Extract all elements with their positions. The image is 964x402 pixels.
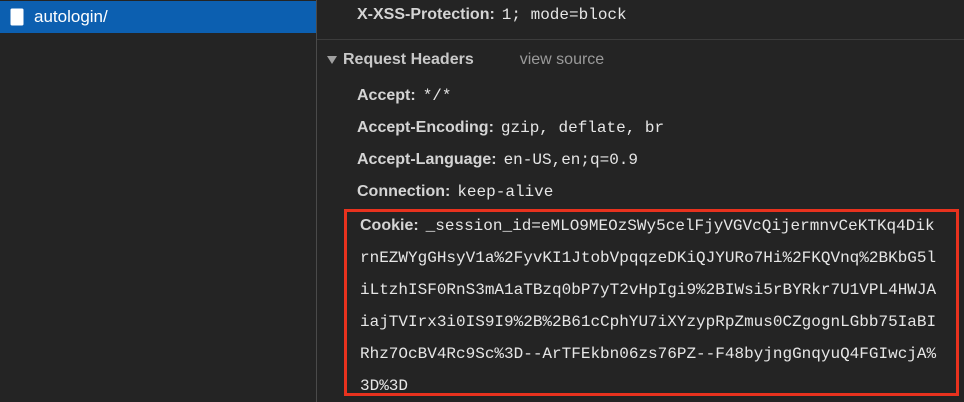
cookie-value-line: iLtzhISF0RnS3mA1aTBzq0bP7yT2vHpIgi9%2BIW… [360, 281, 937, 299]
header-separator: : [488, 119, 494, 136]
request-header-accept: Accept: */* [357, 86, 452, 106]
request-header-accept-language: Accept-Language: en-US,en;q=0.9 [357, 150, 638, 170]
document-icon [10, 8, 24, 26]
cookie-value-line: 3D%3D [360, 377, 409, 395]
request-name: autologin/ [34, 7, 108, 26]
cookie-line: 3D%3D [360, 376, 408, 396]
expand-triangle-icon[interactable] [327, 55, 337, 65]
cookie-value-line: iajTVIrx3i0IS9I9%2B%2B61cCphYU7iXYzypRpZ… [360, 313, 937, 331]
section-divider [317, 39, 964, 40]
cookie-line: rnEZWYgGHsyV1a%2FyvKI1JtobVpqqzeDKiQJYUR… [360, 248, 936, 268]
request-header-connection: Connection: keep-alive [357, 182, 553, 202]
cookie-highlight-box: Cookie: _session_id=eMLO9MEOzSWy5celFjyVG… [344, 209, 959, 396]
response-header-x-xss-protection: X-XSS-Protection: 1; mode=block [357, 5, 627, 25]
header-value: 1; mode=block [501, 6, 627, 24]
cookie-line: Cookie: _session_id=eMLO9MEOzSWy5celFjyVG… [360, 216, 935, 236]
header-separator: : [410, 87, 416, 104]
header-value: gzip, deflate, br [500, 119, 665, 137]
cookie-line: iajTVIrx3i0IS9I9%2B%2B61cCphYU7iXYzypRpZ… [360, 312, 936, 332]
header-name: Accept-Language [357, 151, 492, 168]
cookie-value-line: rnEZWYgGHsyV1a%2FyvKI1JtobVpqqzeDKiQJYUR… [360, 249, 937, 267]
request-item-autologin[interactable]: autologin/ [0, 1, 316, 33]
header-name: Cookie [360, 217, 414, 234]
request-header-accept-encoding: Accept-Encoding: gzip, deflate, br [357, 118, 664, 138]
header-name: X-XSS-Protection [357, 6, 490, 23]
header-separator: : [489, 6, 495, 23]
header-name: Connection [357, 183, 445, 200]
cookie-line: iLtzhISF0RnS3mA1aTBzq0bP7yT2vHpIgi9%2BIW… [360, 280, 936, 300]
header-separator: : [413, 217, 419, 234]
cookie-line: Rhz7OcBV4Rc9Sc%3D--ArTFEkbn06zs76PZ--F48… [360, 344, 936, 364]
header-value: */* [422, 87, 452, 105]
header-separator: : [445, 183, 451, 200]
header-value: en-US,en;q=0.9 [503, 151, 638, 169]
header-value: keep-alive [457, 183, 554, 201]
view-source-link[interactable]: view source [520, 51, 604, 69]
header-name: Accept [357, 87, 411, 104]
header-separator: : [491, 151, 497, 168]
request-headers-section-header[interactable]: Request Headers view source [327, 49, 604, 71]
cookie-value-line: Rhz7OcBV4Rc9Sc%3D--ArTFEkbn06zs76PZ--F48… [360, 345, 937, 363]
section-title: Request Headers [343, 51, 474, 68]
cookie-value-line: _session_id=eMLO9MEOzSWy5celFjyVGVcQijer… [425, 217, 935, 235]
header-name: Accept-Encoding [357, 119, 489, 136]
headers-panel: X-XSS-Protection: 1; mode=block Request H… [317, 0, 964, 402]
request-list-panel: autologin/ [0, 0, 316, 402]
